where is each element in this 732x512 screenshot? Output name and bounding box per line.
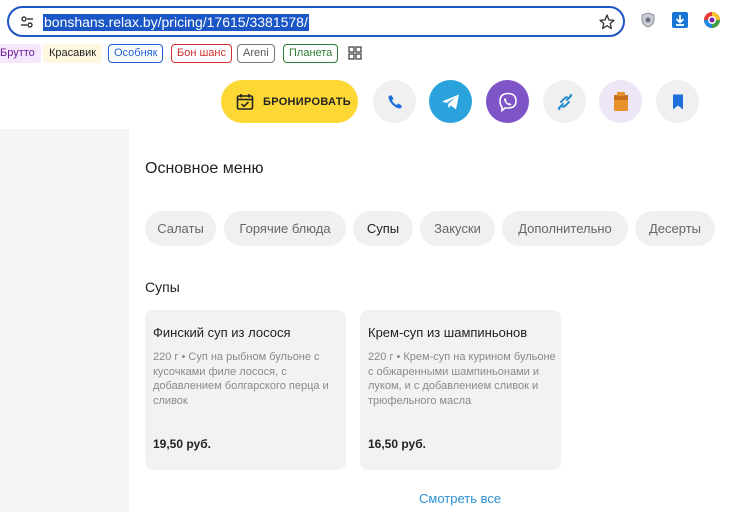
bookmark-planeta[interactable]: Планета bbox=[283, 44, 339, 63]
telegram-icon bbox=[441, 94, 459, 109]
telegram-button[interactable] bbox=[429, 80, 472, 123]
tab-soups[interactable]: Супы bbox=[353, 211, 413, 246]
apps-grid-icon[interactable] bbox=[348, 46, 362, 60]
menu-item-price: 19,50 руб. bbox=[153, 437, 211, 451]
bookmark-brutto[interactable]: Брутто bbox=[0, 44, 41, 63]
link-icon bbox=[557, 93, 572, 110]
bookmark-krasavik[interactable]: Красавик bbox=[43, 44, 103, 63]
menu-item-card[interactable]: Крем-суп из шампиньонов 220 г • Крем-суп… bbox=[360, 310, 561, 470]
color-extension-icon[interactable] bbox=[703, 11, 721, 29]
menu-item-description: 220 г • Суп на рыбном бульоне с кусочкам… bbox=[153, 351, 329, 407]
shield-extension-icon[interactable] bbox=[639, 11, 657, 29]
site-settings-icon[interactable] bbox=[20, 15, 34, 29]
section-title: Супы bbox=[145, 279, 180, 295]
calendar-check-icon bbox=[236, 93, 254, 110]
bookmark-star-icon[interactable] bbox=[598, 13, 616, 31]
address-bar[interactable]: bonshans.relax.by/pricing/17615/3381578/ bbox=[7, 6, 625, 37]
booking-button[interactable]: БРОНИРОВАТЬ bbox=[221, 80, 358, 123]
action-bar: БРОНИРОВАТЬ bbox=[0, 71, 732, 129]
menu-item-description: 220 г • Крем-суп на курином бульоне с об… bbox=[368, 351, 556, 407]
bookmark-icon bbox=[672, 94, 683, 109]
tab-additional[interactable]: Дополнительно bbox=[502, 211, 628, 246]
download-extension-icon[interactable] bbox=[671, 11, 689, 29]
gift-certificate-button[interactable] bbox=[599, 80, 642, 123]
bookmark-osobnyak[interactable]: Особняк bbox=[108, 44, 164, 63]
menu-item-name: Финский суп из лосося bbox=[153, 325, 291, 340]
tab-hot-dishes[interactable]: Горячие блюда bbox=[224, 211, 346, 246]
bookmark-areni[interactable]: Areni bbox=[237, 44, 275, 63]
tab-salads[interactable]: Салаты bbox=[145, 211, 216, 246]
menu-item-name: Крем-суп из шампиньонов bbox=[368, 325, 528, 340]
phone-icon bbox=[388, 94, 402, 108]
tab-snacks[interactable]: Закуски bbox=[420, 211, 495, 246]
save-bookmark-button[interactable] bbox=[656, 80, 699, 123]
phone-button[interactable] bbox=[373, 80, 416, 123]
menu-panel: Основное меню Салаты Горячие блюда Супы … bbox=[129, 129, 732, 512]
see-all-link[interactable]: Смотреть все bbox=[419, 491, 501, 506]
menu-item-price: 16,50 руб. bbox=[368, 437, 426, 451]
url-text[interactable]: bonshans.relax.by/pricing/17615/3381578/ bbox=[43, 14, 309, 31]
bookmark-bon-shans[interactable]: Бон шанс bbox=[171, 44, 232, 63]
gift-icon bbox=[613, 91, 628, 111]
share-link-button[interactable] bbox=[543, 80, 586, 123]
menu-title: Основное меню bbox=[145, 160, 264, 177]
viber-icon bbox=[498, 92, 517, 112]
booking-button-label: БРОНИРОВАТЬ bbox=[263, 95, 351, 108]
browser-chrome: bonshans.relax.by/pricing/17615/3381578/… bbox=[0, 0, 732, 71]
menu-item-card[interactable]: Финский суп из лосося 220 г • Суп на рыб… bbox=[145, 310, 346, 470]
tab-desserts[interactable]: Десерты bbox=[635, 211, 715, 246]
viber-button[interactable] bbox=[486, 80, 529, 123]
